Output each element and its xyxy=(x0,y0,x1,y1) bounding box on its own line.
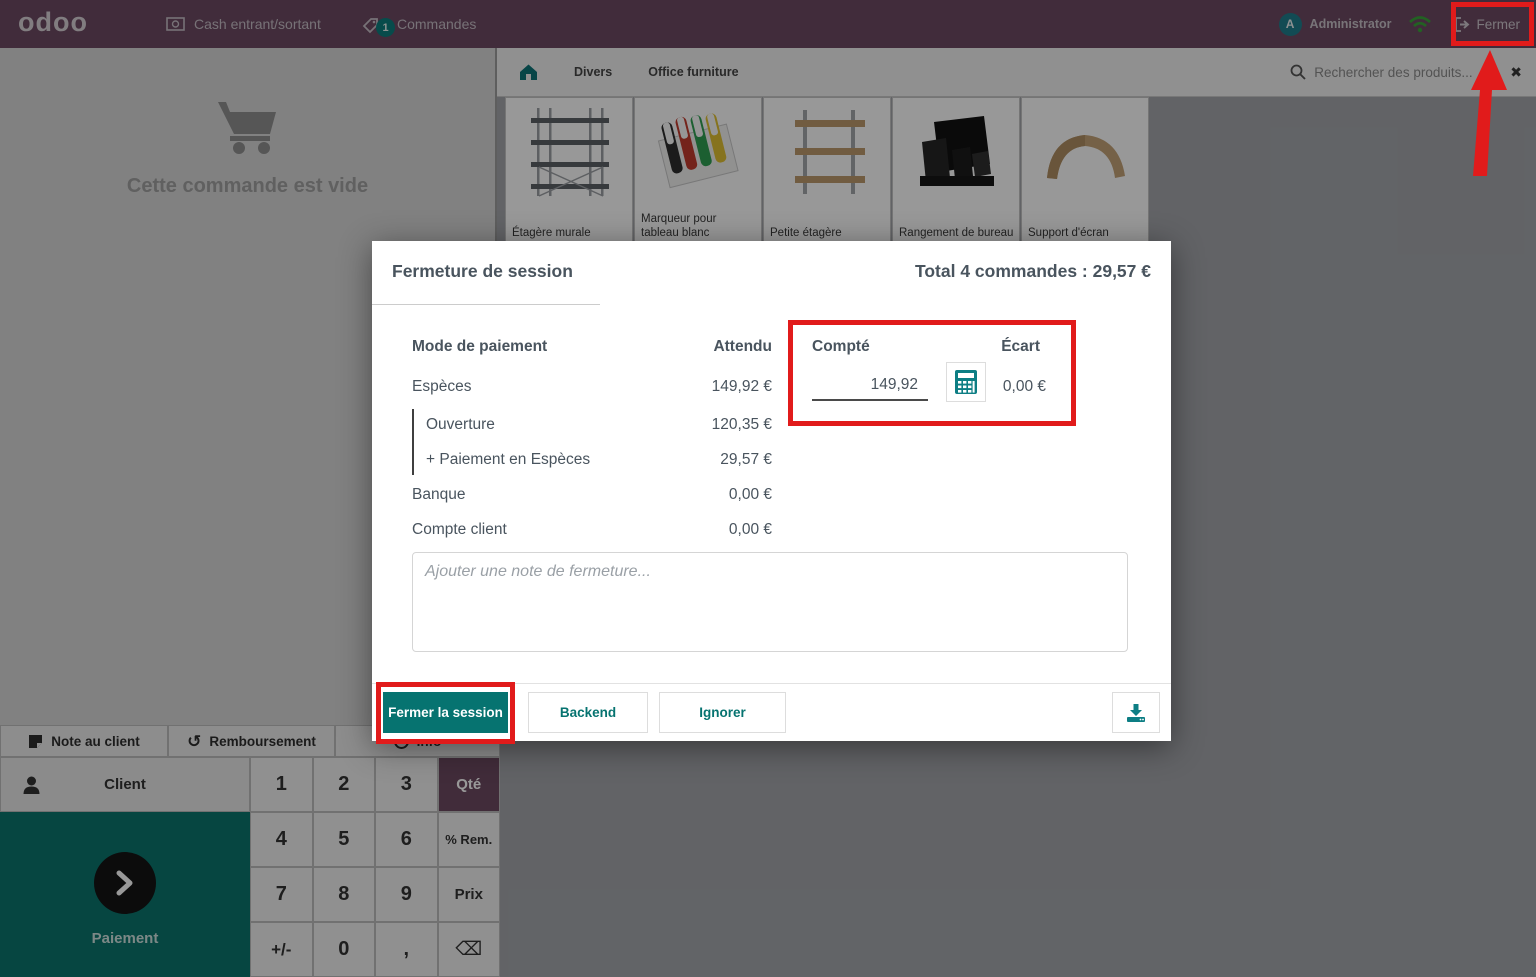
cash-payments-expected: 29,57 € xyxy=(612,442,772,477)
cash-payments-label: + Paiement en Espèces xyxy=(412,442,590,477)
header-expected: Attendu xyxy=(612,329,772,364)
discard-label: Ignorer xyxy=(699,705,746,720)
payment-row-bank: Banque 0,00 € xyxy=(412,477,1131,512)
payment-table-header: Mode de paiement Attendu Compté Écart xyxy=(412,329,1131,364)
discard-button[interactable]: Ignorer xyxy=(659,692,786,733)
close-session-button[interactable]: Fermer la session xyxy=(383,692,508,733)
title-divider xyxy=(372,304,600,305)
bank-expected: 0,00 € xyxy=(612,477,772,512)
header-counted: Compté xyxy=(812,329,870,364)
download-icon xyxy=(1125,703,1147,723)
closing-note-textarea[interactable] xyxy=(412,552,1128,652)
bank-label: Banque xyxy=(412,477,465,512)
customer-account-label: Compte client xyxy=(412,512,507,547)
cash-difference: 0,00 € xyxy=(896,369,1046,404)
closing-session-dialog: Fermeture de session Total 4 commandes :… xyxy=(372,241,1171,741)
backend-label: Backend xyxy=(560,705,616,720)
payment-row-cash-payments: + Paiement en Espèces 29,57 € xyxy=(412,442,1131,477)
payment-row-customer-account: Compte client 0,00 € xyxy=(412,512,1131,547)
backend-button[interactable]: Backend xyxy=(528,692,648,733)
header-payment-method: Mode de paiement xyxy=(412,329,547,364)
orders-total: Total 4 commandes : 29,57 € xyxy=(915,261,1151,282)
download-report-button[interactable] xyxy=(1112,692,1160,733)
customer-account-expected: 0,00 € xyxy=(612,512,772,547)
cash-expected: 149,92 € xyxy=(612,369,772,404)
pos-screen: odoo Cash entrant/sortant 1 Commandes A … xyxy=(0,0,1536,977)
footer-divider xyxy=(372,683,1171,684)
opening-expected: 120,35 € xyxy=(612,407,772,442)
payment-row-opening: Ouverture 120,35 € xyxy=(412,407,1131,442)
close-session-label: Fermer la session xyxy=(388,705,503,720)
header-difference: Écart xyxy=(890,329,1040,364)
dialog-title: Fermeture de session xyxy=(392,261,573,282)
payment-row-cash: Espèces 149,92 € 0,00 € xyxy=(412,369,1131,404)
cash-label: Espèces xyxy=(412,369,471,404)
opening-label: Ouverture xyxy=(412,407,495,442)
